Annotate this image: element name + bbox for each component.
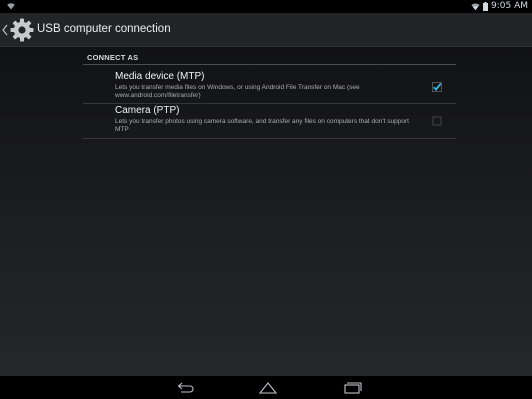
- ptp-checkbox[interactable]: [432, 116, 442, 126]
- battery-icon: [483, 2, 488, 11]
- option-summary: Lets you transfer photos using camera so…: [115, 118, 409, 133]
- home-icon[interactable]: [258, 380, 278, 395]
- section-header: CONNECT AS: [87, 53, 139, 62]
- option-title: Camera (PTP): [115, 105, 180, 116]
- option-title: Media device (MTP): [115, 71, 205, 82]
- clock: 9:05 AM: [491, 1, 528, 11]
- status-bar: 9:05 AM: [0, 0, 532, 13]
- mtp-checkbox[interactable]: [432, 82, 442, 92]
- preferences-list: CONNECT AS Media device (MTP) Lets you t…: [0, 47, 532, 376]
- navigation-bar: [0, 376, 532, 399]
- option-media-device[interactable]: Media device (MTP) Lets you transfer med…: [83, 71, 456, 104]
- notification-wifi-icon: [7, 3, 15, 10]
- action-bar: USB computer connection: [0, 13, 532, 47]
- gear-icon: [10, 18, 34, 41]
- back-icon[interactable]: [176, 380, 196, 395]
- status-icons: 9:05 AM: [471, 0, 528, 13]
- up-button[interactable]: [0, 13, 37, 46]
- wifi-icon: [471, 3, 480, 11]
- option-camera[interactable]: Camera (PTP) Lets you transfer photos us…: [83, 105, 456, 139]
- section-divider: [83, 64, 456, 65]
- screen: 9:05 AM USB computer connection CONNECT …: [0, 0, 532, 399]
- option-summary: Lets you transfer media files on Windows…: [115, 84, 360, 99]
- chevron-left-icon: [2, 24, 8, 35]
- recents-icon[interactable]: [343, 380, 363, 395]
- divider: [83, 138, 456, 139]
- page-title: USB computer connection: [37, 23, 171, 35]
- divider: [83, 103, 456, 104]
